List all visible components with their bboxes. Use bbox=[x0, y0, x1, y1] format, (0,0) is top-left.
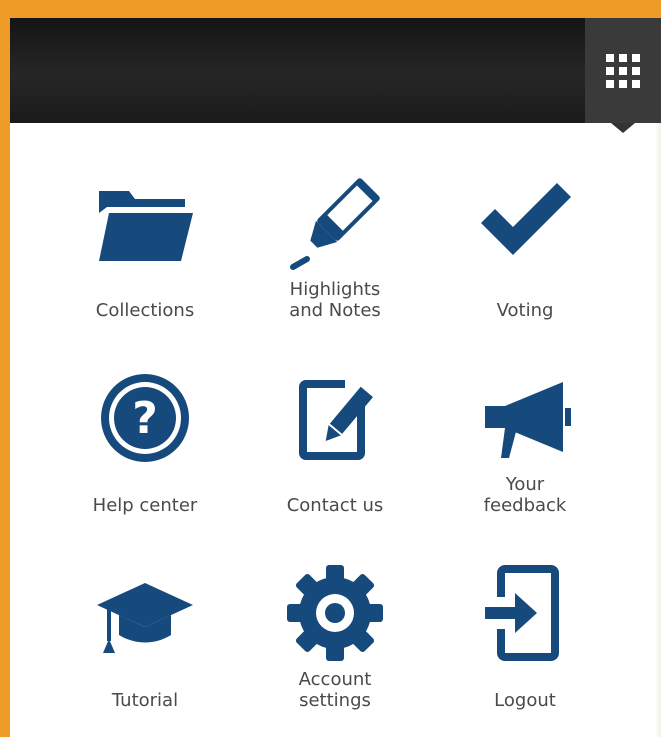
menu-item-label: Tutorial bbox=[111, 690, 179, 711]
marker-icon bbox=[285, 173, 385, 273]
menu-item-label: Contact us bbox=[286, 495, 384, 516]
menu-item-contact-us[interactable]: Contact us bbox=[240, 348, 430, 543]
menu-item-label: Voting bbox=[496, 300, 554, 321]
graduation-cap-icon bbox=[95, 563, 195, 663]
menu-item-your-feedback[interactable]: Your feedback bbox=[430, 348, 620, 543]
panel-edge bbox=[655, 123, 661, 737]
menu-item-help-center[interactable]: ? Help center bbox=[50, 348, 240, 543]
menu-item-label: Your feedback bbox=[483, 474, 567, 516]
folder-icon bbox=[95, 173, 195, 273]
checkmark-icon bbox=[475, 173, 575, 273]
menu-item-tutorial[interactable]: Tutorial bbox=[50, 543, 240, 737]
menu-grid: Collections Highlights and Notes Voting … bbox=[50, 153, 620, 737]
grid-icon bbox=[606, 53, 640, 88]
edit-icon bbox=[285, 368, 385, 468]
menu-item-label: Collections bbox=[95, 300, 195, 321]
menu-item-collections[interactable]: Collections bbox=[50, 153, 240, 348]
apps-menu-button[interactable] bbox=[585, 18, 661, 123]
apps-menu-panel: Collections Highlights and Notes Voting … bbox=[10, 18, 661, 737]
menu-item-voting[interactable]: Voting bbox=[430, 153, 620, 348]
logout-icon bbox=[475, 563, 575, 663]
megaphone-icon bbox=[475, 368, 575, 468]
menu-item-account-settings[interactable]: Account settings bbox=[240, 543, 430, 737]
menu-item-highlights-and-notes[interactable]: Highlights and Notes bbox=[240, 153, 430, 348]
svg-text:?: ? bbox=[132, 393, 158, 444]
menu-item-logout[interactable]: Logout bbox=[430, 543, 620, 737]
help-icon: ? bbox=[95, 368, 195, 468]
gear-icon bbox=[285, 563, 385, 663]
top-bar bbox=[10, 18, 661, 123]
dropdown-caret bbox=[611, 123, 635, 133]
menu-item-label: Help center bbox=[92, 495, 198, 516]
menu-item-label: Highlights and Notes bbox=[289, 279, 381, 321]
menu-item-label: Logout bbox=[494, 690, 556, 711]
menu-item-label: Account settings bbox=[298, 669, 372, 711]
